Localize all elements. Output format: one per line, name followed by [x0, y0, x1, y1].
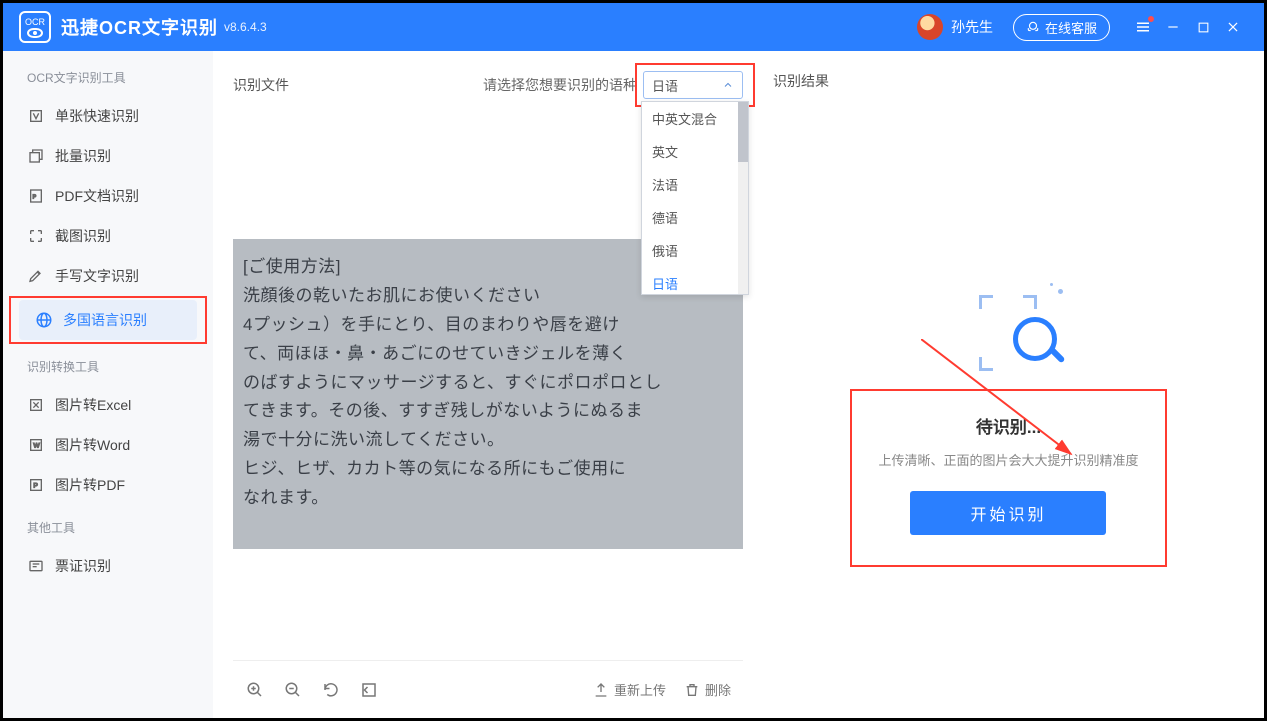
zoom-in-button[interactable] — [245, 680, 265, 700]
fit-button[interactable] — [359, 680, 379, 700]
avatar[interactable] — [917, 14, 943, 40]
reupload-button[interactable]: 重新上传 — [593, 680, 666, 699]
sidebar-section-ocr: OCR文字识别工具 — [3, 69, 213, 96]
file-pane-title: 识别文件 — [233, 75, 289, 95]
delete-button[interactable]: 删除 — [684, 680, 731, 699]
app-title: 迅捷OCR文字识别 — [61, 14, 218, 40]
username[interactable]: 孙先生 — [951, 17, 993, 37]
sidebar-item-word[interactable]: W 图片转Word — [3, 425, 213, 465]
sidebar-section-convert: 识别转换工具 — [3, 358, 213, 385]
sidebar-item-excel[interactable]: 图片转Excel — [3, 385, 213, 425]
placeholder-title: 待识别... — [976, 413, 1041, 438]
app-version: v8.6.4.3 — [224, 20, 267, 34]
chevron-up-icon — [722, 79, 734, 91]
globe-icon — [35, 311, 53, 329]
sidebar-item-ticket[interactable]: 票证识别 — [3, 546, 213, 586]
rotate-button[interactable] — [321, 680, 341, 700]
lang-option[interactable]: 中英文混合 — [642, 102, 748, 135]
excel-icon — [27, 396, 45, 414]
sidebar-item-handwrite[interactable]: 手写文字识别 — [3, 256, 213, 296]
close-icon — [1226, 20, 1240, 34]
word-icon: W — [27, 436, 45, 454]
result-pane-title: 识别结果 — [773, 71, 1244, 91]
customer-service-button[interactable]: 在线客服 — [1013, 14, 1110, 41]
sidebar-item-topdf[interactable]: P 图片转PDF — [3, 465, 213, 505]
lang-label: 请选择您想要识别的语种 — [483, 75, 637, 95]
magnifier-illustration — [979, 291, 1059, 371]
maximize-icon — [1197, 21, 1210, 34]
svg-text:W: W — [33, 443, 40, 450]
maximize-button[interactable] — [1188, 12, 1218, 42]
minimize-icon — [1166, 20, 1180, 34]
pdf-icon: P — [27, 187, 45, 205]
sidebar-item-single[interactable]: 单张快速识别 — [3, 96, 213, 136]
minimize-button[interactable] — [1158, 12, 1188, 42]
placeholder-hint: 上传清晰、正面的图片会大大提升识别精准度 — [878, 450, 1138, 469]
svg-text:P: P — [33, 483, 38, 490]
lang-option[interactable]: 日语 — [642, 267, 748, 294]
lang-option[interactable]: 德语 — [642, 201, 748, 234]
right-pane: 识别结果 待识别... 上传清晰、正面的图片会大大提升识别精准度 开始识别 — [743, 51, 1264, 718]
screenshot-icon — [27, 227, 45, 245]
batch-icon — [27, 147, 45, 165]
menu-button[interactable] — [1128, 12, 1158, 42]
sidebar-item-batch[interactable]: 批量识别 — [3, 136, 213, 176]
lang-option[interactable]: 英文 — [642, 135, 748, 168]
app-logo: OCR — [19, 11, 51, 43]
zoom-out-button[interactable] — [283, 680, 303, 700]
sidebar: OCR文字识别工具 单张快速识别 批量识别 P PDF文档识别 截图识别 手写文… — [3, 51, 213, 718]
lang-option[interactable]: 法语 — [642, 168, 748, 201]
upload-icon — [593, 682, 609, 698]
headset-icon — [1026, 20, 1040, 34]
lang-select[interactable]: 日语 — [643, 71, 743, 99]
topdf-icon: P — [27, 476, 45, 494]
ticket-icon — [27, 557, 45, 575]
lang-option[interactable]: 俄语 — [642, 234, 748, 267]
logo-text: OCR — [25, 17, 45, 27]
sidebar-section-other: 其他工具 — [3, 519, 213, 546]
single-icon — [27, 107, 45, 125]
handwrite-icon — [27, 267, 45, 285]
bottom-toolbar: 重新上传 删除 — [233, 660, 743, 718]
trash-icon — [684, 682, 700, 698]
sidebar-item-screenshot[interactable]: 截图识别 — [3, 216, 213, 256]
start-recognize-button[interactable]: 开始识别 — [910, 491, 1106, 535]
left-pane: 识别文件 请选择您想要识别的语种 日语 中英文混合英文法语德语俄语日语 — [213, 51, 743, 718]
sidebar-item-pdf[interactable]: P PDF文档识别 — [3, 176, 213, 216]
lang-dropdown: 中英文混合英文法语德语俄语日语 — [641, 101, 749, 295]
svg-text:P: P — [33, 195, 37, 201]
close-button[interactable] — [1218, 12, 1248, 42]
titlebar: OCR 迅捷OCR文字识别 v8.6.4.3 孙先生 在线客服 — [3, 3, 1264, 51]
sidebar-item-multilang[interactable]: 多国语言识别 — [19, 300, 197, 340]
